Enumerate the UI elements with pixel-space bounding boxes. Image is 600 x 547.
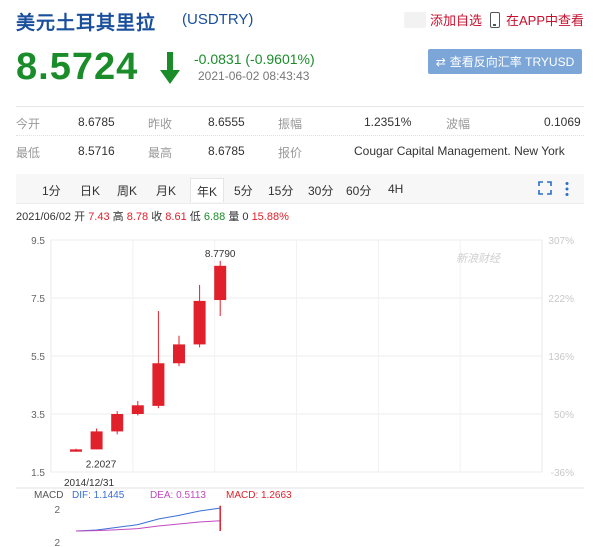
add-watchlist-button[interactable]: 添加自选 — [404, 10, 482, 29]
quote-timestamp: 2021-06-02 08:43:43 — [198, 69, 310, 83]
tab-4h[interactable]: 4H — [388, 182, 403, 196]
reverse-rate-button[interactable]: ⇄ 查看反向汇率 TRYUSD — [428, 49, 582, 74]
stat-label-prev-close: 昨收 — [148, 117, 173, 131]
fullscreen-icon[interactable] — [538, 181, 552, 195]
stat-value-high: 8.6785 — [208, 144, 245, 158]
stats-row: 最低 8.5716 最高 8.6785 报价 Cougar Capital Ma… — [16, 136, 584, 165]
stat-value-prev-close: 8.6555 — [208, 115, 245, 129]
macd-y-tick: 2 — [54, 538, 60, 547]
macd-y-tick: 2 — [54, 505, 60, 516]
ohlc-volume-label: 量 — [228, 211, 240, 223]
y-axis-labels: 9.5 7.5 5.5 3.5 1.5 — [31, 236, 45, 479]
ohlc-high: 8.78 — [126, 211, 149, 223]
stats-row: 今开 8.6785 昨收 8.6555 振幅 1.2351% 波幅 0.1069 — [16, 107, 584, 136]
ohlc-close-label: 收 — [151, 211, 163, 223]
open-in-app-button[interactable]: 在APP中查看 — [490, 10, 584, 29]
start-date-label: 2014/12/31 — [64, 478, 114, 489]
ohlc-date: 2021/06/02 — [16, 211, 72, 223]
stat-label-amplitude: 振幅 — [278, 117, 303, 131]
candle-body — [111, 414, 124, 432]
pct-tick-label: 307% — [548, 236, 574, 247]
min-price-label: 2.2027 — [86, 460, 117, 471]
currency-code: (USDTRY) — [182, 11, 254, 28]
ohlc-volume: 0 — [242, 211, 249, 223]
open-in-app-label: 在APP中查看 — [506, 13, 585, 28]
macd-dif-label: DIF: 1.1445 — [72, 490, 125, 501]
y-tick-label: 3.5 — [31, 410, 45, 421]
stat-value-amplitude: 1.2351% — [364, 115, 412, 129]
phone-icon — [490, 11, 500, 28]
candle-body — [131, 405, 144, 414]
candle-body — [193, 300, 206, 345]
quote-stats: 今开 8.6785 昨收 8.6555 振幅 1.2351% 波幅 0.1069… — [16, 106, 584, 164]
y-tick-label: 5.5 — [31, 352, 45, 363]
candle-body — [90, 431, 103, 450]
ohlc-change-pct: 15.88% — [251, 211, 289, 223]
stat-value-low: 8.5716 — [78, 144, 115, 158]
pct-tick-label: 222% — [548, 294, 574, 305]
stat-label-range: 波幅 — [446, 117, 471, 131]
tab-daily[interactable]: 日K — [80, 182, 100, 199]
stat-label-low: 最低 — [16, 146, 41, 160]
y-tick-label: 1.5 — [31, 468, 45, 479]
tab-yearly[interactable]: 年K — [190, 178, 225, 202]
candle-body — [173, 344, 185, 364]
timeframe-toolbar: 1分 日K 周K 月K 年K 5分 15分 30分 60分 4H — [16, 174, 584, 204]
pct-tick-label: -36% — [551, 468, 574, 479]
ohlc-close: 8.61 — [165, 211, 187, 223]
ohlc-low-label: 低 — [189, 211, 201, 223]
candlestick-chart: 9.5 7.5 5.5 3.5 1.5 307% 222% 136% 50% -36% 新浪财经… — [16, 236, 584, 547]
y-tick-label: 9.5 — [31, 236, 45, 247]
swap-icon: ⇄ — [435, 54, 446, 69]
reverse-rate-label: 查看反向汇率 TRYUSD — [449, 55, 575, 69]
stat-label-quote: 报价 — [278, 146, 303, 160]
sina-watermark: 新浪财经 — [456, 252, 501, 265]
macd-title: MACD — [34, 490, 63, 501]
tab-weekly[interactable]: 周K — [117, 182, 137, 199]
ohlc-open: 7.43 — [88, 211, 110, 223]
macd-panel: MACD DIF: 1.1445 DEA: 0.5113 MACD: 1.2663 2 2 — [16, 487, 584, 547]
ohlc-high-label: 高 — [112, 211, 124, 223]
tab-5min[interactable]: 5分 — [234, 182, 253, 199]
tab-30min[interactable]: 30分 — [308, 182, 333, 199]
current-price: 8.5724 — [16, 46, 139, 88]
y-tick-label: 7.5 — [31, 294, 45, 305]
max-price-label: 8.7790 — [205, 249, 236, 260]
ohlc-summary: 2021/06/02 开 7.43 高 8.78 收 8.61 低 6.88 量… — [16, 208, 289, 224]
tab-15min[interactable]: 15分 — [268, 182, 293, 199]
stat-value-range: 0.1069 — [544, 115, 581, 129]
percent-axis-labels: 307% 222% 136% 50% -36% — [548, 236, 574, 479]
kline-chart-panel: 1分 日K 周K 月K 年K 5分 15分 30分 60分 4H 2021/06… — [16, 174, 584, 547]
macd-dea-label: DEA: 0.5113 — [150, 490, 206, 501]
tab-1min[interactable]: 1分 — [42, 182, 61, 199]
candle-body — [152, 363, 165, 406]
stat-label-high: 最高 — [148, 146, 173, 160]
chart-grid — [50, 239, 543, 473]
tab-60min[interactable]: 60分 — [346, 182, 371, 199]
stat-label-open: 今开 — [16, 117, 41, 131]
checkbox-icon — [404, 11, 426, 28]
more-options-icon[interactable] — [564, 181, 570, 197]
pct-tick-label: 50% — [554, 410, 574, 421]
pct-tick-label: 136% — [548, 352, 574, 363]
stat-value-open: 8.6785 — [78, 115, 115, 129]
price-change: -0.0831 (-0.9601%) — [194, 51, 315, 67]
tab-monthly[interactable]: 月K — [156, 182, 176, 199]
annotations-layer: 新浪财经 8.7790 2.2027 2014/12/31 — [64, 249, 501, 489]
currency-pair-title: 美元土耳其里拉 — [16, 13, 157, 34]
add-watchlist-label: 添加自选 — [430, 13, 483, 28]
candle-body — [214, 265, 227, 301]
down-arrow-icon — [160, 52, 180, 84]
ohlc-open-label: 开 — [74, 211, 86, 223]
stat-value-quote: Cougar Capital Management. New York — [354, 144, 565, 158]
macd-value-label: MACD: 1.2663 — [226, 490, 292, 501]
candle-body — [70, 449, 82, 452]
quote-header: 美元土耳其里拉 (USDTRY) 添加自选 在APP中查看 8.5724 -0.… — [0, 0, 600, 105]
ohlc-low: 6.88 — [203, 211, 226, 223]
